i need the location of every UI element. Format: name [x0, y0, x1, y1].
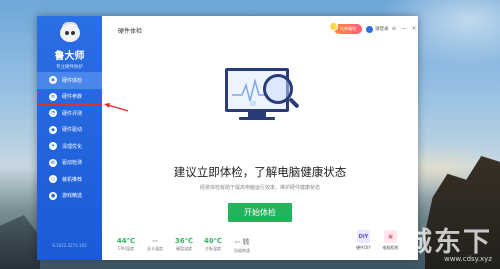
stat-value: 40℃: [203, 237, 223, 245]
stat-label: 主板温度: [205, 246, 221, 251]
user-icon[interactable]: [366, 26, 373, 33]
stat-label: 风扇转速: [234, 248, 250, 253]
stat-value: -- 转: [234, 238, 250, 246]
tool-label: 电脑相框: [382, 245, 399, 250]
stat-board-temp: 40℃ 主板温度: [199, 237, 227, 254]
mascot-logo-icon: [57, 22, 83, 46]
stat-value: 44℃: [116, 237, 136, 245]
gift-icon: [329, 22, 338, 31]
minimize-icon[interactable]: —: [400, 25, 408, 33]
stat-value: --: [152, 237, 158, 245]
sidebar-item-label: 硬件参数: [62, 94, 83, 101]
promo-badge[interactable]: 大师福利: [334, 24, 362, 34]
titlebar: 硬件体检 大师福利 请登录 ≡ — ✕: [102, 16, 418, 44]
photo-frame-icon: ▣: [384, 230, 397, 243]
sidebar-item-game-picks[interactable]: ● 游戏精选: [37, 188, 102, 205]
sidebar-item-hardware-driver[interactable]: ◆ 硬件驱动: [37, 122, 102, 139]
sidebar-item-hardware-params[interactable]: ≡ 硬件参数: [37, 88, 102, 105]
tool-label: 硬件DIY: [356, 245, 371, 250]
stat-gpu-temp: -- 显卡温度: [141, 237, 169, 254]
temperature-stats: 44℃ CPU温度 -- 显卡温度 36℃ 硬盘温度 40℃ 主板温度 -- 转…: [112, 237, 257, 254]
stat-label: 显卡温度: [147, 246, 163, 251]
list-icon: ≡: [49, 92, 57, 101]
menu-icon[interactable]: ≡: [390, 25, 398, 33]
annotation-arrow-icon: [104, 103, 129, 112]
sidebar-item-build-recommend[interactable]: ◇ 装机推荐: [37, 171, 102, 188]
watermark: 城东下 www.cdsy.xyz: [405, 220, 492, 263]
logo-area: 鲁大师 专注硬件防护: [37, 20, 102, 80]
stat-value: 36℃: [174, 237, 194, 245]
sidebar-item-label: 装机推荐: [62, 176, 83, 183]
stat-disk-temp: 36℃ 硬盘温度: [170, 237, 198, 254]
sidebar-item-hardware-benchmark[interactable]: ◔ 硬件评测: [37, 105, 102, 122]
brand-slogan: 专注硬件防护: [56, 65, 83, 70]
tool-hardware-diy[interactable]: DIY 硬件DIY: [350, 230, 377, 251]
sidebar-item-hardware-check[interactable]: ▪ 硬件体检: [37, 72, 102, 89]
cart-icon: ◇: [49, 175, 57, 184]
monitor-illustration-icon: [225, 68, 300, 122]
main-panel: 建议立即体检，了解电脑健康状态 经常体检有助于提高电脑运行效率，维护硬件健康状态…: [102, 44, 418, 260]
sidebar-item-label: 清理优化: [62, 143, 83, 150]
sidebar-item-label: 硬件驱动: [62, 127, 83, 134]
close-icon[interactable]: ✕: [410, 25, 418, 33]
brand-name: 鲁大师: [54, 51, 85, 62]
start-check-button[interactable]: 开始体检: [228, 203, 292, 222]
driver-icon: ◆: [49, 125, 57, 134]
gear-icon: ⚙: [49, 158, 57, 167]
stat-label: 硬盘温度: [176, 246, 192, 251]
sidebar-item-driver-detect[interactable]: ⚙ 驱动检测: [37, 155, 102, 172]
broom-icon: ✦: [49, 142, 57, 151]
headline: 建议立即体检，了解电脑健康状态: [173, 165, 347, 179]
diy-icon: DIY: [357, 230, 370, 243]
app-window: 鲁大师 专注硬件防护 ▪ 硬件体检 ≡ 硬件参数 ◔ 硬件评测 ◆ 硬件驱动 ✦: [37, 16, 418, 260]
chip-icon: ▪: [49, 76, 57, 85]
sidebar-item-label: 硬件评测: [62, 110, 83, 117]
login-link[interactable]: 请登录: [375, 26, 389, 32]
benchmark-icon: ◔: [49, 109, 57, 118]
version-label: 6.1022.3275.103: [52, 243, 87, 248]
tools-row: DIY 硬件DIY ▣ 电脑相框: [350, 230, 404, 251]
window-title: 硬件体检: [118, 27, 143, 35]
sidebar-item-clean-optimize[interactable]: ✦ 清理优化: [37, 138, 102, 155]
sidebar: 鲁大师 专注硬件防护 ▪ 硬件体检 ≡ 硬件参数 ◔ 硬件评测 ◆ 硬件驱动 ✦: [37, 16, 102, 260]
watermark-big: 城东下: [405, 227, 492, 258]
subline: 经常体检有助于提高电脑运行效率，维护硬件健康状态: [199, 185, 320, 191]
sidebar-item-label: 硬件体检: [62, 77, 83, 84]
sidebar-nav: ▪ 硬件体检 ≡ 硬件参数 ◔ 硬件评测 ◆ 硬件驱动 ✦ 清理优化 ⚙ 驱动检…: [37, 72, 102, 204]
tool-photo-frame[interactable]: ▣ 电脑相框: [377, 230, 404, 251]
stat-cpu-temp: 44℃ CPU温度: [112, 237, 140, 254]
stat-fan-speed: -- 转 风扇转速: [228, 237, 256, 254]
game-icon: ●: [49, 191, 57, 200]
stat-label: CPU温度: [117, 246, 135, 251]
sidebar-item-label: 驱动检测: [62, 160, 83, 167]
sidebar-item-label: 游戏精选: [62, 193, 83, 200]
